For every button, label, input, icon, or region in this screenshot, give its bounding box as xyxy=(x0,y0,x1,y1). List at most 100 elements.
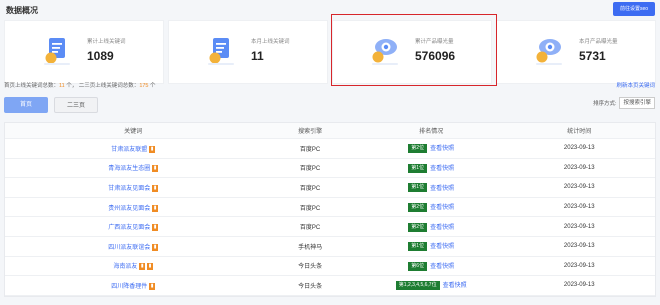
keyword-link[interactable]: 四川降香理件 xyxy=(111,284,147,290)
rank-cell: 第6位 查看快照 xyxy=(359,261,504,271)
rank-cell: 第1位 查看快照 xyxy=(359,183,504,193)
header-date: 统计时间 xyxy=(567,129,592,135)
document-coin-icon xyxy=(44,38,70,65)
page-tabs: 首页 二三页 xyxy=(4,97,98,113)
rank-badge: 第1位 xyxy=(408,242,428,252)
keyword-cell: 贵州派友见面会 ▮ xyxy=(5,203,261,212)
keyword-link[interactable]: 贵州派友见面会 xyxy=(108,206,150,212)
rank-badge: 第2位 xyxy=(408,144,428,154)
table-row: 海南派友 ▮ ▮ 今日头条 第6位 查看快照 2023-09-13 xyxy=(5,257,655,277)
rank-badge: 第6位 xyxy=(408,261,428,271)
keyword-cell: 海南派友 ▮ ▮ xyxy=(5,261,261,270)
date-cell: 2023-09-13 xyxy=(563,223,595,230)
keyword-link[interactable]: 甘肃派友见面会 xyxy=(108,186,150,192)
snapshot-link[interactable]: 查看快照 xyxy=(430,186,454,192)
engine-cell: 百度PC xyxy=(299,225,321,232)
tab-home[interactable]: 首页 xyxy=(4,97,48,113)
rank-cell: 第1位 查看快照 xyxy=(359,241,504,252)
header-keyword: 关键词 xyxy=(124,129,143,135)
page23-count: 175 xyxy=(139,83,149,89)
stat-card-month-exposure: 本月产品曝光量 5731 xyxy=(496,20,656,84)
tag-badge: ▮ xyxy=(147,263,153,271)
sort-control: 排序方式: 按搜索引擎 xyxy=(593,97,655,109)
date-cell: 2023-09-13 xyxy=(563,243,595,250)
stat-label: 本月产品曝光量 xyxy=(579,39,618,45)
header-engine: 搜索引擎 xyxy=(298,129,323,135)
table-row: 青海派友生态圈 ▮ 百度PC 第1位 查看快照 2023-09-13 xyxy=(5,159,655,179)
tag-badge: ▮ xyxy=(152,165,158,173)
tab-page-2-3[interactable]: 二三页 xyxy=(54,97,98,113)
date-cell: 2023-09-13 xyxy=(563,184,595,191)
seo-settings-button[interactable]: 前往设置seo xyxy=(612,2,655,16)
rank-cell: 第2位 查看快照 xyxy=(359,143,504,154)
tag-badge: ▮ xyxy=(139,263,146,271)
highlight-box xyxy=(331,14,497,86)
info-unit: 个， xyxy=(64,83,78,89)
date-cell: 2023-09-13 xyxy=(563,145,595,152)
table-row: 四川降香理件 ▮ 今日头条 第1,2,3,4,5,6,7位 查看快照 2023-09-13 xyxy=(5,276,655,296)
stat-card-month-keywords: 本月上线关键词 11 xyxy=(168,20,328,84)
keyword-link[interactable]: 广西派友见面会 xyxy=(108,225,150,231)
keyword-table: 关键词 搜索引擎 排名情况 统计时间 甘肃派友联盟 ▮ 百度PC 第2位 查看快照 202… xyxy=(4,122,656,297)
engine-cell: 今日头条 xyxy=(298,283,323,290)
engine-cell: 手机神马 xyxy=(298,244,323,251)
snapshot-link[interactable]: 查看快照 xyxy=(430,244,454,250)
engine-cell: 百度PC xyxy=(299,185,321,192)
info-prefix: 二三页上线关键词总数： xyxy=(78,83,140,89)
keyword-link[interactable]: 甘肃派友联盟 xyxy=(111,147,147,153)
rank-cell: 第2位 查看快照 xyxy=(359,222,504,232)
rank-cell: 第1,2,3,4,5,6,7位 查看快照 xyxy=(359,280,504,291)
keyword-cell: 甘肃派友联盟 ▮ xyxy=(5,144,261,153)
rank-badge: 第1位 xyxy=(408,183,428,193)
date-cell: 2023-09-13 xyxy=(563,262,595,269)
document-coin-icon xyxy=(208,38,234,65)
stat-label: 累计上线关键词 xyxy=(87,39,126,45)
snapshot-link[interactable]: 查看快照 xyxy=(430,225,454,231)
tag-badge: ▮ xyxy=(152,243,158,251)
rank-badge: 第1,2,3,4,5,6,7位 xyxy=(395,281,440,291)
keyword-cell: 广西派友见面会 ▮ xyxy=(5,222,261,231)
keyword-link[interactable]: 四川派友联谊会 xyxy=(108,245,150,251)
rank-badge: 第1位 xyxy=(408,163,428,173)
stat-value: 1089 xyxy=(87,49,114,63)
keyword-cell: 四川降香理件 ▮ xyxy=(5,281,261,290)
snapshot-link[interactable]: 查看快照 xyxy=(430,264,454,270)
info-unit: 个 xyxy=(148,83,156,89)
keyword-link[interactable]: 青海派友生态圈 xyxy=(108,166,150,172)
date-cell: 2023-09-13 xyxy=(563,164,595,171)
keyword-link[interactable]: 海南派友 xyxy=(113,264,137,270)
stat-card-total-keywords: 累计上线关键词 1089 xyxy=(4,20,164,84)
keyword-cell: 四川派友联谊会 ▮ xyxy=(5,242,261,251)
page-title: 数据概况 xyxy=(6,6,38,15)
snapshot-link[interactable]: 查看快照 xyxy=(430,205,454,211)
table-row: 广西派友见面会 ▮ 百度PC 第2位 查看快照 2023-09-13 xyxy=(5,217,655,237)
stats-row: 累计上线关键词 1089 本月上线关键词 11 累计产品曝光量 576096 本… xyxy=(4,20,656,84)
sort-label: 排序方式: xyxy=(592,101,617,107)
tag-badge: ▮ xyxy=(152,224,158,232)
eye-coin-icon xyxy=(536,39,562,65)
rank-cell: 第2位 查看快照 xyxy=(359,202,504,213)
tag-badge: ▮ xyxy=(149,145,155,153)
refresh-keywords-link[interactable]: 刷新本页关键词 xyxy=(616,81,655,89)
tag-badge: ▮ xyxy=(149,282,155,290)
snapshot-link[interactable]: 查看快照 xyxy=(430,146,454,152)
snapshot-link[interactable]: 查看快照 xyxy=(443,283,467,289)
page: 数据概况 前往设置seo 累计上线关键词 1089 本月上线关键词 11 累计产… xyxy=(0,0,660,305)
keyword-count-info: 首页上线关键词总数：11 个， 二三页上线关键词总数：175 个 xyxy=(4,81,156,89)
keyword-cell: 青海派友生态圈 ▮ xyxy=(5,163,261,172)
engine-cell: 今日头条 xyxy=(298,264,323,271)
snapshot-link[interactable]: 查看快照 xyxy=(430,166,454,172)
table-row: 四川派友联谊会 ▮ 手机神马 第1位 查看快照 2023-09-13 xyxy=(5,237,655,257)
header-rank: 排名情况 xyxy=(419,129,444,135)
engine-cell: 百度PC xyxy=(299,205,321,212)
table-row: 贵州派友见面会 ▮ 百度PC 第2位 查看快照 2023-09-13 xyxy=(5,198,655,218)
stat-value: 5731 xyxy=(579,49,606,63)
sort-select[interactable]: 按搜索引擎 xyxy=(619,97,655,109)
keyword-cell: 甘肃派友见面会 ▮ xyxy=(5,183,261,192)
rank-cell: 第1位 查看快照 xyxy=(359,163,504,173)
rank-badge: 第2位 xyxy=(408,203,428,213)
date-cell: 2023-09-13 xyxy=(563,282,595,289)
rank-badge: 第2位 xyxy=(408,222,428,232)
engine-cell: 百度PC xyxy=(299,146,321,153)
date-cell: 2023-09-13 xyxy=(563,204,595,211)
